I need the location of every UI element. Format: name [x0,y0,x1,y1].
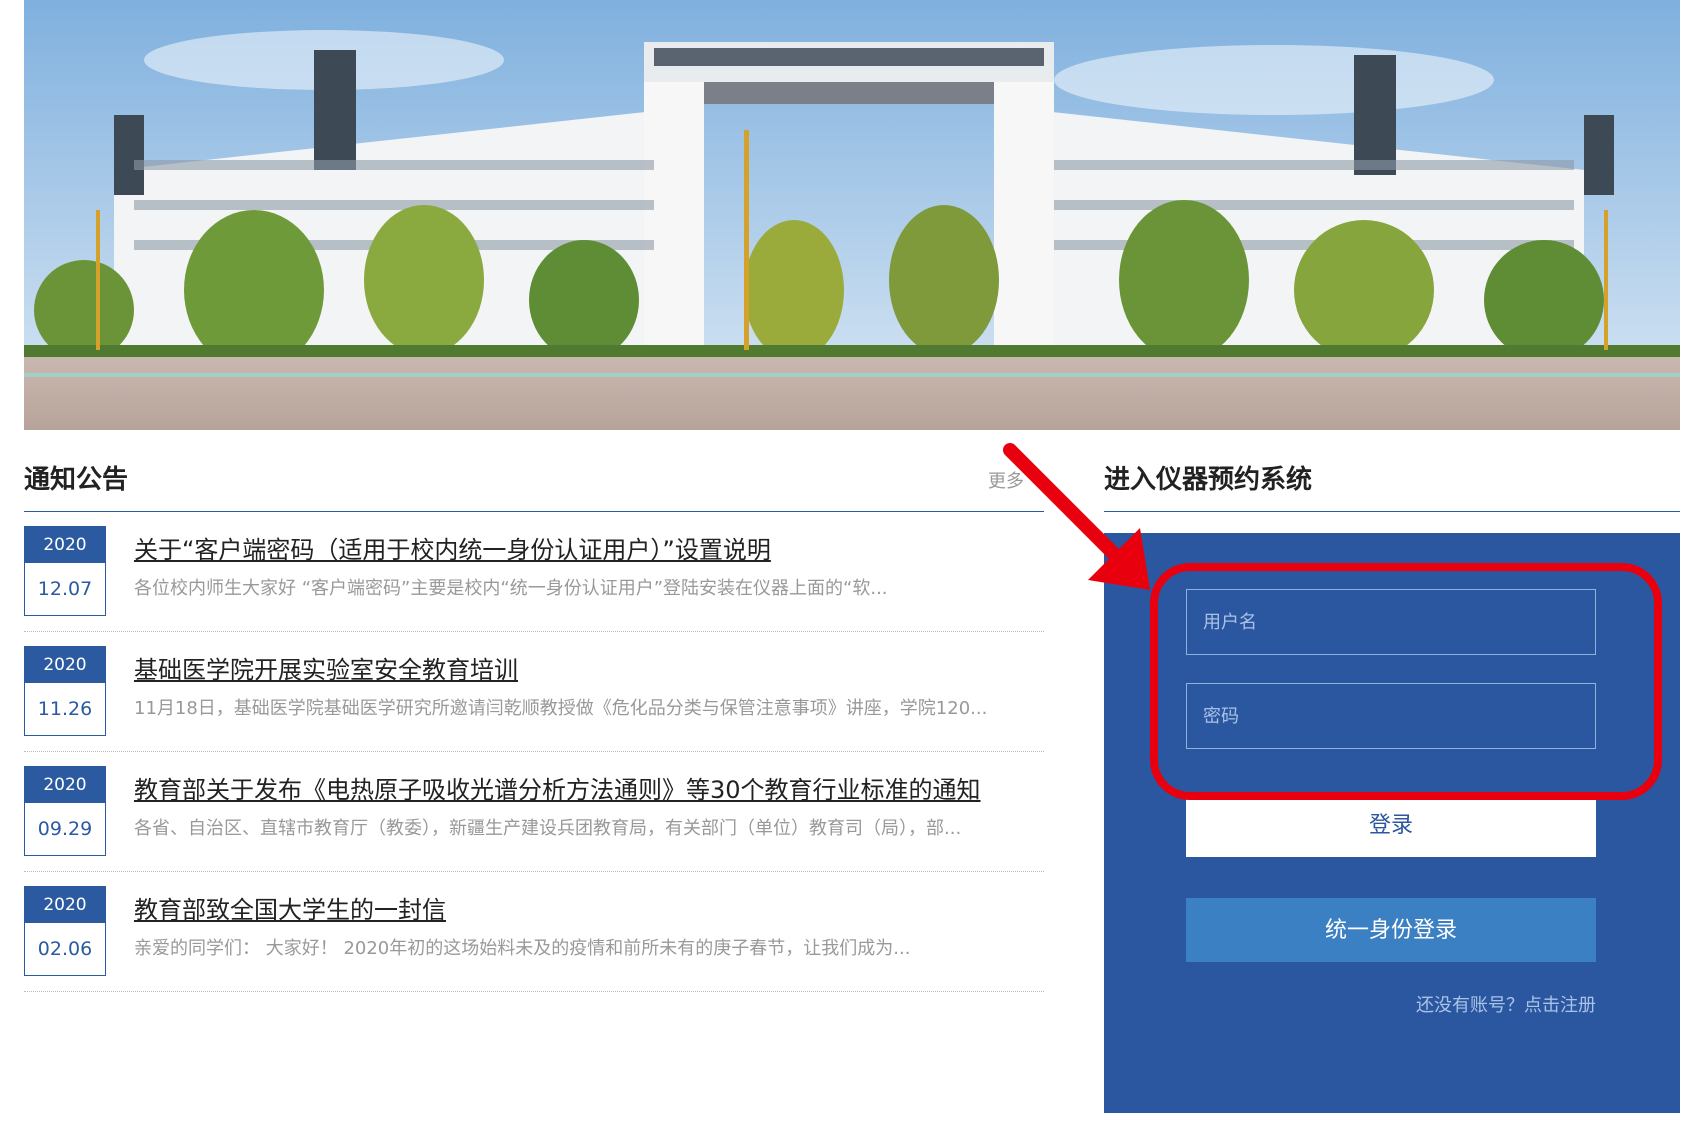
news-title-link[interactable]: 关于“客户端密码（适用于校内统一身份认证用户）”设置说明 [134,530,771,565]
news-item[interactable]: 2020 12.07 关于“客户端密码（适用于校内统一身份认证用户）”设置说明 … [24,512,1044,632]
login-section: 进入仪器预约系统 登录 统一身份登录 还没有账号？点击注册 [1104,455,1680,1113]
sso-login-button[interactable]: 统一身份登录 [1186,898,1596,962]
date-year: 2020 [25,527,105,563]
date-badge: 2020 12.07 [24,526,106,616]
news-summary: 亲爱的同学们： 大家好！ 2020年初的这场始料未及的疫情和前所未有的庚子春节，… [134,938,911,959]
notice-section: 通知公告 更多 2020 12.07 关于“客户端密码（适用于校内统一身份认证用… [24,455,1044,992]
news-title-link[interactable]: 基础医学院开展实验室安全教育培训 [134,650,518,685]
login-button[interactable]: 登录 [1186,793,1596,857]
news-summary: 11月18日，基础医学院基础医学研究所邀请闫乾顺教授做《危化品分类与保管注意事项… [134,698,988,719]
date-badge: 2020 02.06 [24,886,106,976]
password-input[interactable] [1186,683,1596,749]
news-item[interactable]: 2020 11.26 基础医学院开展实验室安全教育培训 11月18日，基础医学院… [24,632,1044,752]
login-title: 进入仪器预约系统 [1104,465,1313,495]
campus-banner-image [24,0,1680,430]
news-summary: 各位校内师生大家好 “客户端密码”主要是校内“统一身份认证用户”登陆安装在仪器上… [134,578,888,599]
news-item[interactable]: 2020 09.29 教育部关于发布《电热原子吸收光谱分析方法通则》等30个教育… [24,752,1044,872]
username-input[interactable] [1186,589,1596,655]
notice-header: 通知公告 更多 [24,455,1044,512]
news-title-link[interactable]: 教育部关于发布《电热原子吸收光谱分析方法通则》等30个教育行业标准的通知 [134,770,981,805]
date-badge: 2020 11.26 [24,646,106,736]
register-link[interactable]: 还没有账号？点击注册 [1416,991,1596,1017]
news-summary: 各省、自治区、直辖市教育厅（教委），新疆生产建设兵团教育局，有关部门（单位）教育… [134,818,962,839]
date-year: 2020 [25,767,105,803]
date-month-day: 12.07 [37,578,93,600]
notice-title: 通知公告 [24,465,129,495]
date-year: 2020 [25,647,105,683]
login-header: 进入仪器预约系统 [1104,455,1680,512]
news-item[interactable]: 2020 02.06 教育部致全国大学生的一封信 亲爱的同学们： 大家好！ 20… [24,872,1044,992]
date-badge: 2020 09.29 [24,766,106,856]
campus-building-photo [24,0,1680,430]
more-link[interactable]: 更多 [988,467,1024,493]
login-panel: 登录 统一身份登录 还没有账号？点击注册 [1104,533,1680,1113]
date-month-day: 11.26 [37,698,93,720]
news-title-link[interactable]: 教育部致全国大学生的一封信 [134,890,446,925]
date-year: 2020 [25,887,105,923]
date-month-day: 02.06 [37,938,93,960]
date-month-day: 09.29 [37,818,93,840]
